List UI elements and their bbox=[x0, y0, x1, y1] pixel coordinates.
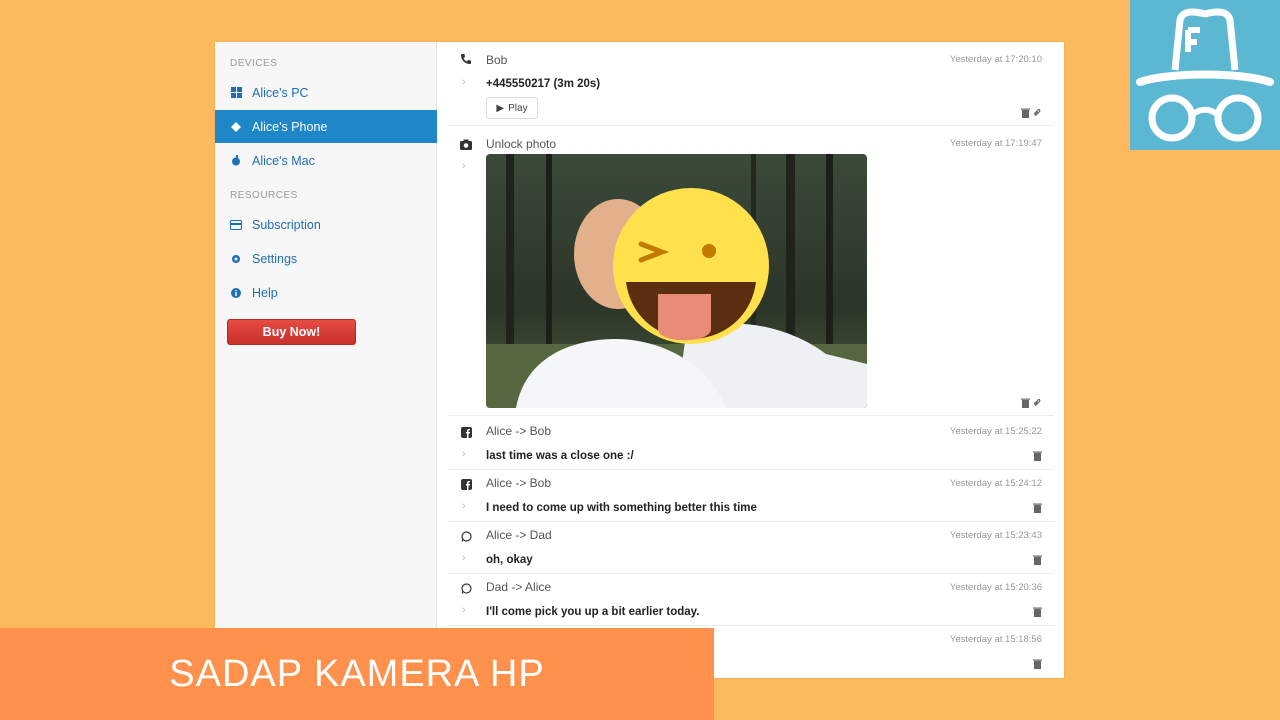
app-window: DEVICES Alice's PC Alice's Phone Alice's… bbox=[215, 42, 1064, 678]
spy-hat-glasses-icon bbox=[1136, 8, 1274, 142]
trash-icon[interactable] bbox=[1020, 108, 1030, 118]
entry-actions bbox=[1032, 555, 1042, 565]
sidebar-item-label: Alice's PC bbox=[252, 85, 309, 100]
paperclip-icon[interactable] bbox=[1032, 398, 1042, 408]
facebook-icon bbox=[460, 426, 472, 438]
trash-icon[interactable] bbox=[1032, 451, 1042, 461]
message-timestamp: Yesterday at 15:18:56 bbox=[949, 634, 1042, 645]
activity-feed: Bob Yesterday at 17:20:10 › +445550217 (… bbox=[438, 42, 1064, 678]
sidebar-item-label: Alice's Mac bbox=[252, 153, 315, 168]
sidebar-item-help[interactable]: Help bbox=[215, 276, 437, 309]
message-title: Alice -> Bob bbox=[486, 476, 552, 490]
call-detail: +445550217 (3m 20s) bbox=[486, 78, 601, 90]
unlock-photo[interactable] bbox=[486, 154, 867, 408]
call-timestamp: Yesterday at 17:20:10 bbox=[949, 54, 1042, 65]
sidebar-item-label: Settings bbox=[252, 251, 298, 266]
whatsapp-icon bbox=[460, 582, 472, 594]
devices-heading: DEVICES bbox=[230, 58, 278, 69]
gear-icon bbox=[230, 253, 242, 265]
message-title: Alice -> Dad bbox=[486, 528, 552, 542]
sidebar-item-settings[interactable]: Settings bbox=[215, 242, 437, 275]
sidebar: DEVICES Alice's PC Alice's Phone Alice's… bbox=[215, 42, 437, 678]
message-timestamp: Yesterday at 15:20:36 bbox=[949, 582, 1042, 593]
message-text: I need to come up with something better … bbox=[486, 502, 757, 514]
play-label: Play bbox=[508, 102, 528, 114]
entry-actions bbox=[1032, 503, 1042, 513]
sidebar-item-alices-pc[interactable]: Alice's PC bbox=[215, 76, 437, 109]
expand-chevron-icon[interactable]: › bbox=[462, 448, 466, 460]
sidebar-item-label: Help bbox=[252, 285, 278, 300]
sidebar-item-label: Subscription bbox=[252, 217, 321, 232]
expand-chevron-icon[interactable]: › bbox=[462, 160, 466, 172]
entry-actions bbox=[1020, 398, 1042, 408]
trash-icon[interactable] bbox=[1020, 398, 1030, 408]
sidebar-item-subscription[interactable]: Subscription bbox=[215, 208, 437, 241]
entry-actions bbox=[1032, 451, 1042, 461]
message-entry: Alice -> Bob Yesterday at 15:24:12 › I n… bbox=[448, 470, 1054, 522]
trash-icon[interactable] bbox=[1032, 503, 1042, 513]
expand-chevron-icon[interactable]: › bbox=[462, 604, 466, 616]
card-icon bbox=[230, 219, 242, 231]
sidebar-item-alices-phone[interactable]: Alice's Phone bbox=[215, 110, 437, 143]
entry-actions bbox=[1032, 659, 1042, 669]
message-entry: Alice -> Bob Yesterday at 15:25:22 › las… bbox=[448, 418, 1054, 470]
expand-chevron-icon[interactable]: › bbox=[462, 76, 466, 88]
title-banner: SADAP KAMERA HP bbox=[0, 628, 714, 720]
message-timestamp: Yesterday at 15:24:12 bbox=[949, 478, 1042, 489]
entry-actions bbox=[1032, 607, 1042, 617]
phone-call-icon bbox=[460, 53, 472, 65]
message-text: oh, okay bbox=[486, 554, 533, 566]
trash-icon[interactable] bbox=[1032, 659, 1042, 669]
call-contact: Bob bbox=[486, 53, 508, 67]
expand-chevron-icon[interactable]: › bbox=[462, 552, 466, 564]
trash-icon[interactable] bbox=[1032, 607, 1042, 617]
message-title: Dad -> Alice bbox=[486, 580, 552, 594]
apple-icon bbox=[230, 155, 242, 167]
expand-chevron-icon[interactable]: › bbox=[462, 500, 466, 512]
resources-heading: RESOURCES bbox=[230, 190, 298, 201]
windows-icon bbox=[230, 87, 242, 99]
banner-title: SADAP KAMERA HP bbox=[169, 652, 545, 695]
facebook-icon bbox=[460, 478, 472, 490]
message-entry: Dad -> Alice Yesterday at 15:20:36 › I'l… bbox=[448, 574, 1054, 626]
message-entry: Alice -> Dad Yesterday at 15:23:43 › oh,… bbox=[448, 522, 1054, 574]
paperclip-icon[interactable] bbox=[1032, 108, 1042, 118]
info-icon bbox=[230, 287, 242, 299]
sidebar-item-alices-mac[interactable]: Alice's Mac bbox=[215, 144, 437, 177]
photo-entry: Unlock photo Yesterday at 17:19:47 › bbox=[448, 128, 1054, 416]
sidebar-item-label: Alice's Phone bbox=[252, 119, 328, 134]
photo-title: Unlock photo bbox=[486, 137, 557, 151]
message-title: Alice -> Bob bbox=[486, 424, 552, 438]
trash-icon[interactable] bbox=[1032, 555, 1042, 565]
message-timestamp: Yesterday at 15:23:43 bbox=[949, 530, 1042, 541]
whatsapp-icon bbox=[460, 530, 472, 542]
play-icon: ▶ bbox=[496, 102, 505, 114]
android-icon bbox=[230, 121, 242, 133]
camera-icon bbox=[460, 138, 472, 150]
photo-timestamp: Yesterday at 17:19:47 bbox=[949, 138, 1042, 149]
play-button[interactable]: ▶ Play bbox=[486, 97, 538, 119]
message-text: last time was a close one :/ bbox=[486, 450, 634, 462]
message-timestamp: Yesterday at 15:25:22 bbox=[949, 426, 1042, 437]
call-entry: Bob Yesterday at 17:20:10 › +445550217 (… bbox=[448, 42, 1054, 126]
message-text: I'll come pick you up a bit earlier toda… bbox=[486, 606, 700, 618]
incognito-logo bbox=[1130, 0, 1280, 150]
buy-now-button[interactable]: Buy Now! bbox=[227, 319, 356, 345]
entry-actions bbox=[1020, 108, 1042, 118]
